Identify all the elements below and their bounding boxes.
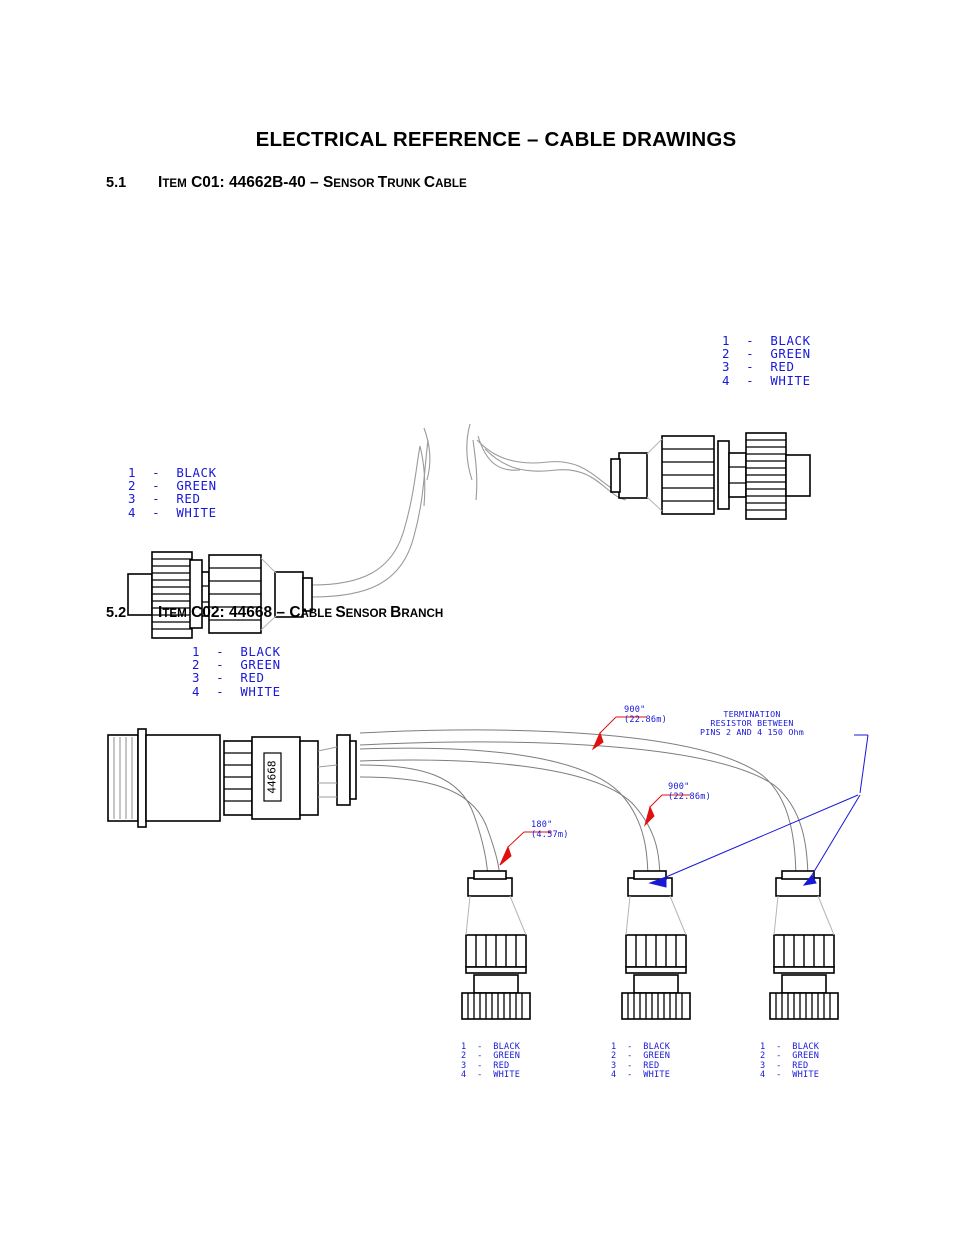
section-number: 5.2 bbox=[106, 605, 127, 621]
cable-break-symbol bbox=[423, 423, 473, 481]
section-title: ITEM C01: 44662B-40 – SENSOR TRUNK CABLE bbox=[158, 174, 467, 191]
pin-legend-branch-1: 1 - BLACK 2 - GREEN 3 - RED 4 - WHITE bbox=[461, 1042, 521, 1081]
termination-leaders bbox=[648, 734, 869, 888]
section-heading-5-2: 5.2 ITEM C02: 44668 – CABLE SENSOR BRANC… bbox=[106, 604, 443, 622]
connector-part-number-label: 44668 bbox=[266, 760, 279, 793]
dimension-label-900-lower: 900" (22.86m) bbox=[668, 782, 711, 802]
trunk-cable-path bbox=[311, 435, 627, 598]
pin-legend-branch-3: 1 - BLACK 2 - GREEN 3 - RED 4 - WHITE bbox=[760, 1042, 820, 1081]
pin-legend-branch-2: 1 - BLACK 2 - GREEN 3 - RED 4 - WHITE bbox=[611, 1042, 671, 1081]
dimension-label-900-upper: 900" (22.86m) bbox=[624, 705, 667, 725]
pin-legend-trunk-right: 1 - BLACK 2 - GREEN 3 - RED 4 - WHITE bbox=[722, 333, 811, 388]
branch-cable-paths bbox=[359, 729, 809, 884]
connector-right-taper bbox=[646, 438, 663, 512]
branch-connector-1 bbox=[461, 870, 531, 1020]
section-number: 5.1 bbox=[106, 175, 127, 191]
branch-connector-3 bbox=[769, 870, 839, 1020]
connector-main-c02 bbox=[107, 728, 357, 828]
connector-right-c01 bbox=[610, 432, 811, 520]
section-title: ITEM C02: 44668 – CABLE SENSOR BRANCH bbox=[158, 604, 444, 621]
section-heading-5-1: 5.1 ITEM C01: 44662B-40 – SENSOR TRUNK C… bbox=[106, 174, 467, 192]
dimension-leaders bbox=[499, 716, 690, 866]
dimension-label-180: 180" (4.57m) bbox=[531, 820, 569, 840]
termination-resistor-note: TERMINATION RESISTOR BETWEEN PINS 2 AND … bbox=[700, 709, 804, 738]
page-title: ELECTRICAL REFERENCE – CABLE DRAWINGS bbox=[255, 128, 737, 151]
branch-connector-2 bbox=[621, 870, 691, 1020]
pin-legend-trunk-left: 1 - BLACK 2 - GREEN 3 - RED 4 - WHITE bbox=[128, 465, 217, 520]
document-page: ELECTRICAL REFERENCE – CABLE DRAWINGS 5.… bbox=[0, 0, 954, 1235]
pin-legend-branch-top: 1 - BLACK 2 - GREEN 3 - RED 4 - WHITE bbox=[192, 644, 281, 699]
